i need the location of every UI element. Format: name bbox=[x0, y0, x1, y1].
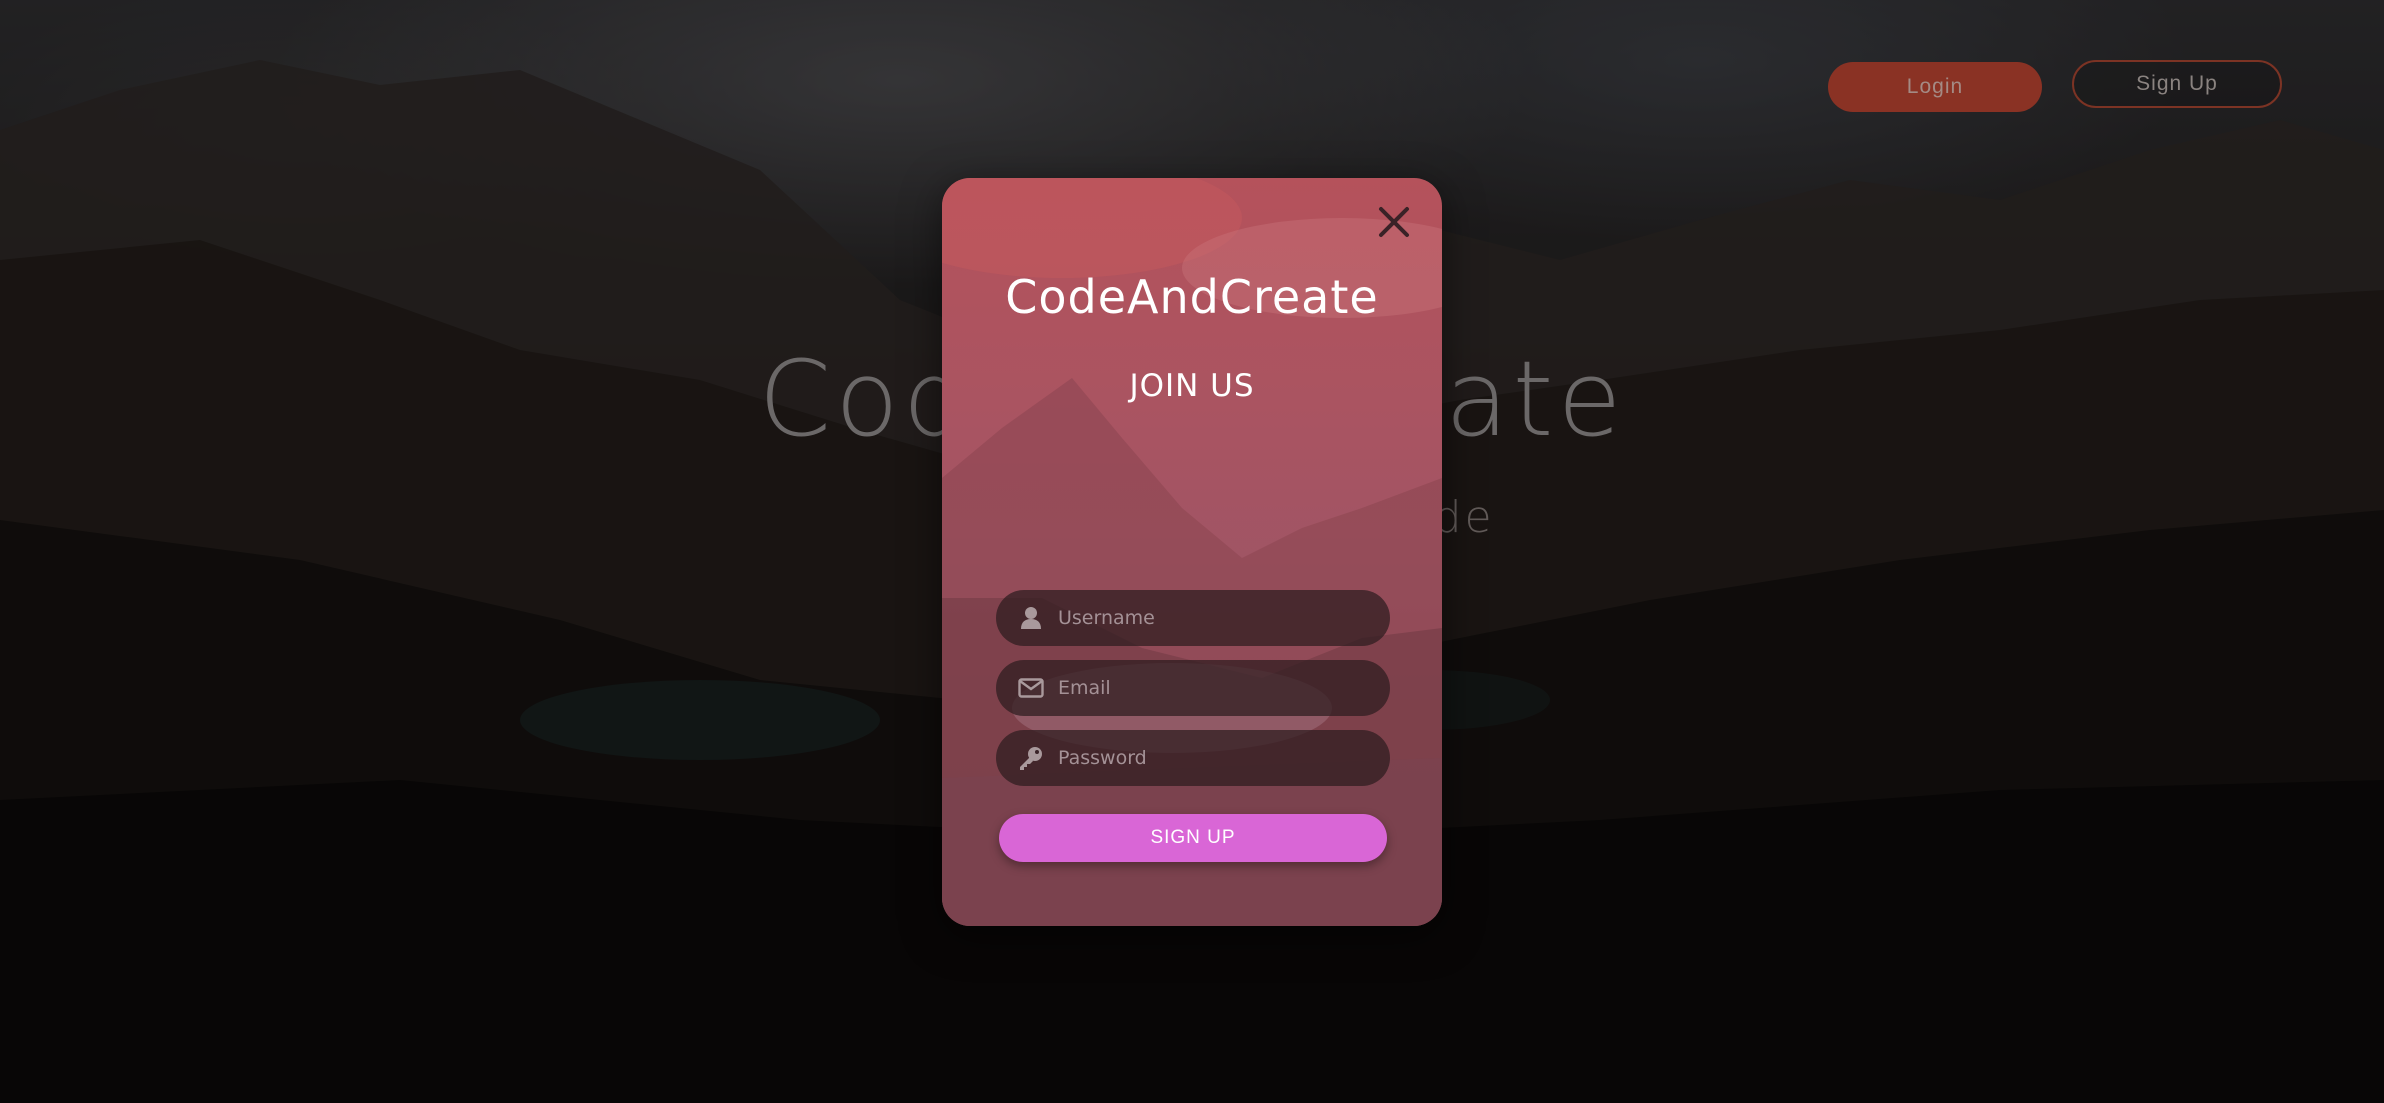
signup-submit-button[interactable]: SIGN UP bbox=[999, 814, 1387, 862]
signup-modal: CodeAndCreate JOIN US Username Email SIG… bbox=[942, 178, 1442, 926]
close-button[interactable] bbox=[1374, 202, 1414, 242]
email-input[interactable] bbox=[1058, 660, 1390, 716]
key-icon bbox=[1016, 743, 1046, 773]
modal-heading: JOIN US bbox=[1129, 368, 1255, 404]
modal-brand-title: CodeAndCreate bbox=[1005, 270, 1379, 324]
signup-header-button[interactable]: Sign Up bbox=[2072, 60, 2282, 108]
page: Login Sign Up CodeAndCreate to code Code… bbox=[0, 0, 2384, 1103]
envelope-icon bbox=[1016, 673, 1046, 703]
user-icon bbox=[1016, 603, 1046, 633]
close-icon bbox=[1379, 207, 1409, 237]
username-input[interactable] bbox=[1058, 590, 1390, 646]
password-input[interactable] bbox=[1058, 730, 1390, 786]
login-button[interactable]: Login bbox=[1828, 62, 2042, 112]
username-field[interactable] bbox=[996, 590, 1390, 646]
password-field[interactable] bbox=[996, 730, 1390, 786]
email-field[interactable] bbox=[996, 660, 1390, 716]
